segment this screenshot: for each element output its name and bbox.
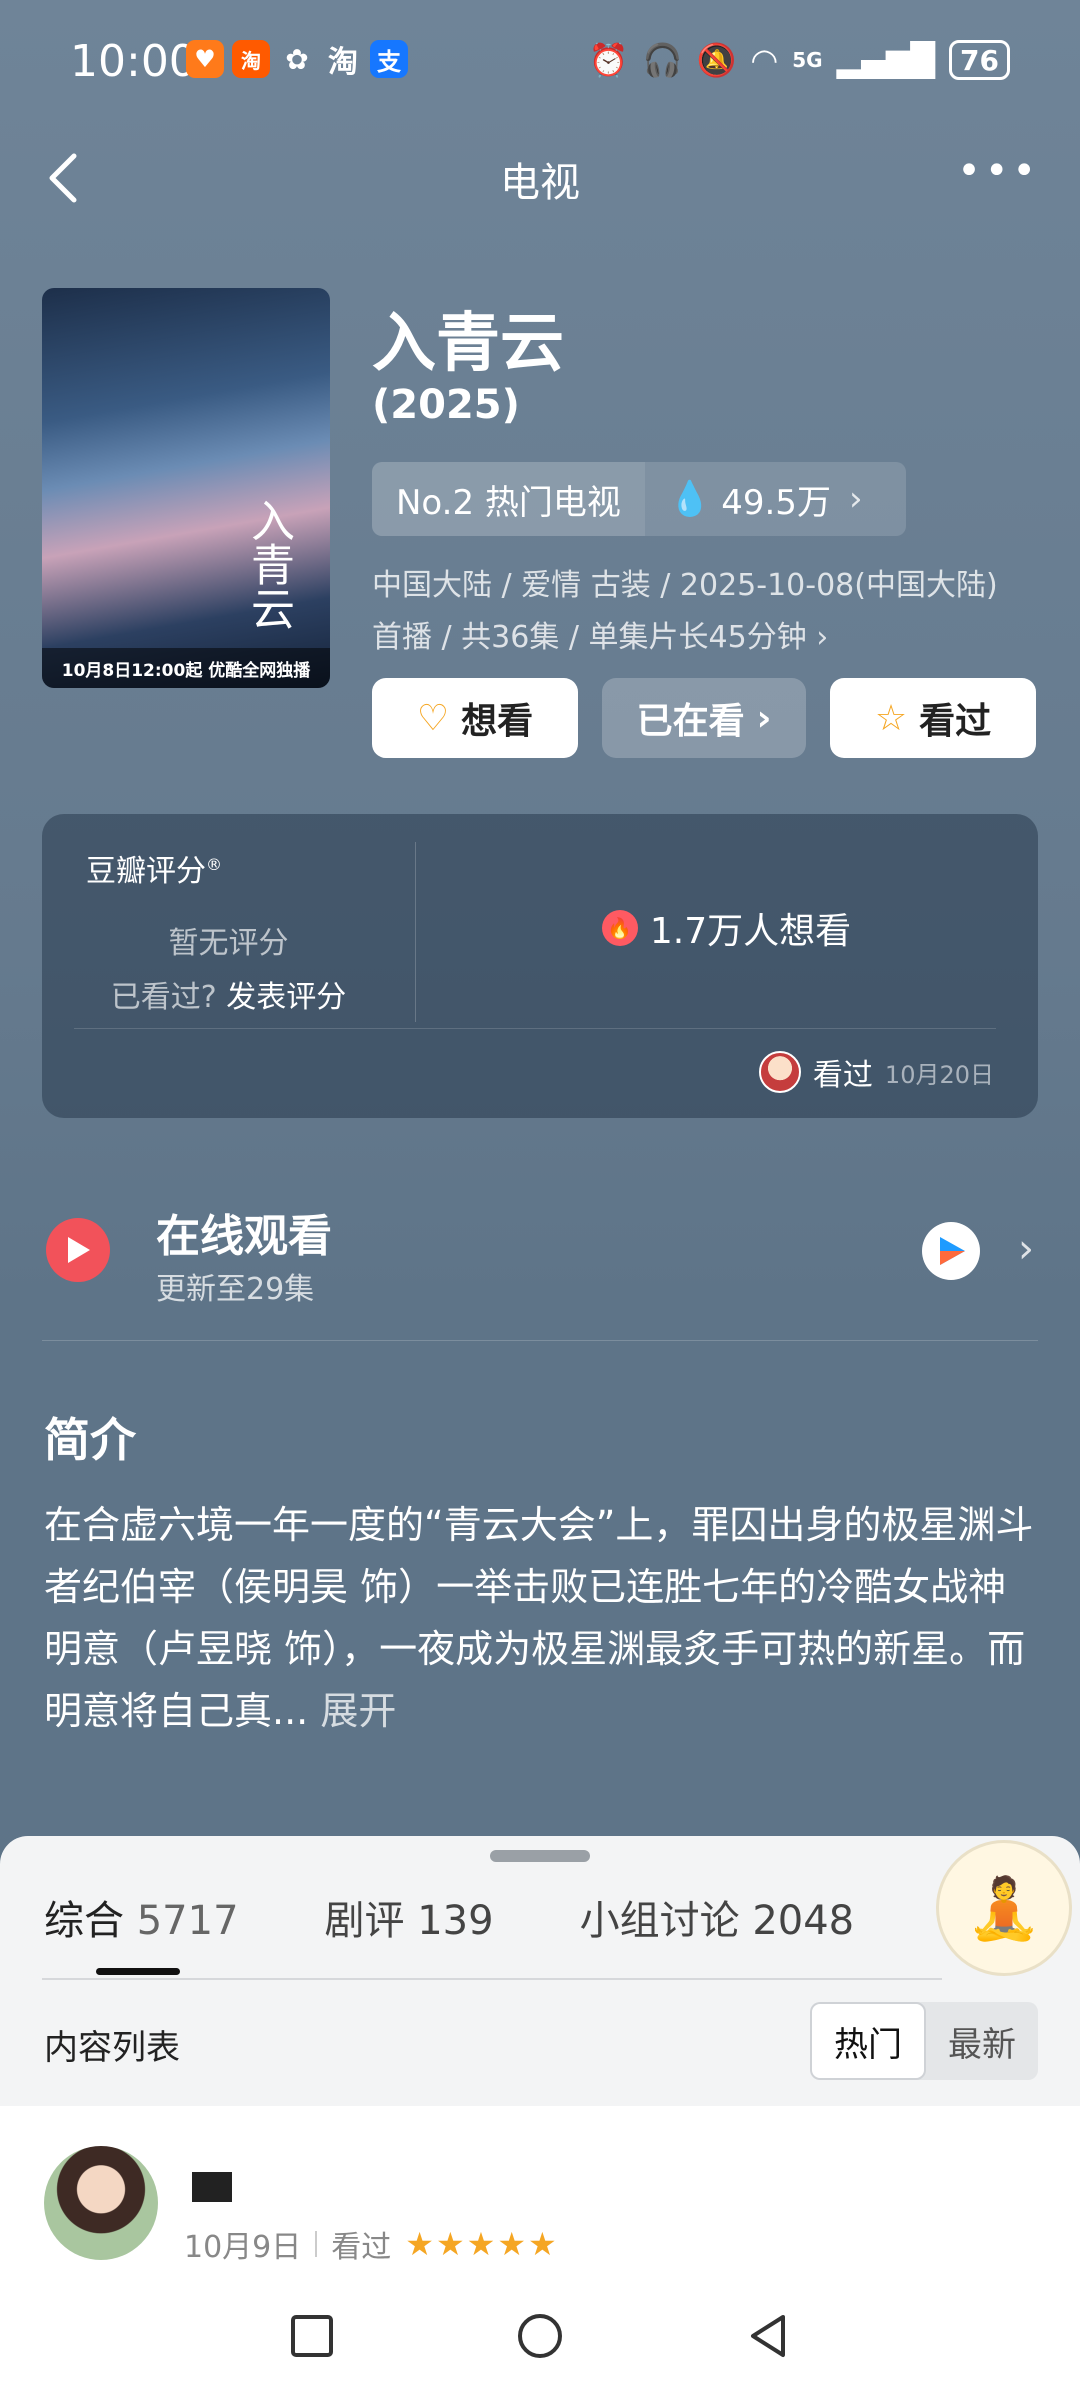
system-icons: ⏰ 🎧 🔕 ◠ 5G ▂▄▆█ 76 xyxy=(589,40,1010,80)
sort-toggle: 热门 最新 xyxy=(810,2002,1038,2080)
no-rating-text: 暂无评分 xyxy=(168,926,289,961)
intro-heading: 简介 xyxy=(44,1413,136,1467)
rating-card: 豆瓣评分® 暂无评分 已看过? 发表评分 🔥 1.7万人想看 看过 10月20日 xyxy=(42,814,1038,1118)
chevron-right-icon: › xyxy=(816,620,829,655)
rank-label: No.2 热门电视 xyxy=(372,462,645,536)
douban-rating-title: 豆瓣评分® xyxy=(86,846,222,890)
youku-icon[interactable] xyxy=(922,1222,980,1280)
registered-mark: ® xyxy=(206,855,222,874)
notification-icons: ♥ 淘 ✿ 淘 支 xyxy=(186,40,408,80)
tab-overall[interactable]: 综合 5717 xyxy=(44,1888,239,1946)
post-rating-link[interactable]: 发表评分 xyxy=(226,980,346,1015)
mute-icon: 🔕 xyxy=(696,41,737,79)
tab-count: 5717 xyxy=(136,1898,239,1944)
want-button[interactable]: ♡ 想看 xyxy=(372,678,578,758)
post-meta: 10月9日 看过 ★★★★★ xyxy=(184,2222,559,2266)
flame-icon: 💧 xyxy=(668,479,712,519)
sort-new[interactable]: 最新 xyxy=(926,2002,1038,2080)
chevron-right-icon: › xyxy=(848,479,863,519)
taobao-flash-icon: 淘 xyxy=(232,40,270,78)
page-title: 电视 xyxy=(500,160,580,206)
recents-icon[interactable] xyxy=(289,2313,335,2359)
poster-image[interactable]: 入青云 10月8日12:00起 优酷全网独播 xyxy=(42,288,330,688)
divider xyxy=(42,1340,1038,1341)
post-status: 看过 xyxy=(331,2230,392,2265)
show-meta-line1: 中国大陆 / 爱情 古装 / 2025-10-08(中国大陆) xyxy=(372,568,998,603)
star-rating: ★★★★★ xyxy=(405,2225,559,2263)
friend-status: 看过 xyxy=(812,1058,873,1093)
back-triangle-icon[interactable] xyxy=(745,2313,791,2359)
tab-reviews[interactable]: 剧评 139 xyxy=(325,1888,494,1946)
home-icon[interactable] xyxy=(515,2311,565,2361)
alipay-icon: 支 xyxy=(370,40,408,78)
network-label: 5G xyxy=(792,48,823,72)
rank-badge[interactable]: No.2 热门电视 💧 49.5万 › xyxy=(372,462,906,536)
tab-label: 综合 xyxy=(44,1898,124,1944)
poster-caption: 10月8日12:00起 优酷全网独播 xyxy=(42,648,330,688)
mascot-sticker-icon[interactable]: 🧘 xyxy=(936,1840,1072,1976)
want-label: 想看 xyxy=(461,701,534,742)
chevron-right-icon: › xyxy=(756,697,772,739)
seen-prompt-text: 已看过? xyxy=(110,980,217,1015)
intro-body: 在合虚六境一年一度的“青云大会”上，罪囚出身的极星渊斗者纪伯宰（侯明昊 饰）一举… xyxy=(44,1503,1034,1733)
avatar[interactable] xyxy=(44,2146,158,2260)
tab-group-discussion[interactable]: 小组讨论 2048 xyxy=(580,1888,855,1946)
star-icon: ☆ xyxy=(874,697,908,739)
username-redacted[interactable] xyxy=(192,2172,232,2202)
watched-button[interactable]: ☆ 看过 xyxy=(830,678,1036,758)
tab-label: 剧评 xyxy=(324,1898,405,1944)
show-year: (2025) xyxy=(372,382,520,428)
sort-hot[interactable]: 热门 xyxy=(810,2002,926,2080)
alarm-icon: ⏰ xyxy=(588,41,629,79)
system-nav-bar xyxy=(0,2290,1080,2382)
battery-icon: 76 xyxy=(949,40,1010,80)
heat-value: 49.5万 xyxy=(721,482,831,523)
poster-title-art: 入青云 xyxy=(243,498,294,630)
expand-link[interactable]: 展开 xyxy=(320,1689,396,1733)
divider xyxy=(315,2231,318,2257)
wifi-icon: ◠ xyxy=(750,41,779,79)
heart-app-icon: ♥ xyxy=(186,40,224,78)
show-meta-text: 首播 / 共36集 / 单集片长45分钟 xyxy=(372,620,807,655)
more-horizontal-icon[interactable]: ••• xyxy=(957,148,1040,194)
online-watch-title[interactable]: 在线观看 xyxy=(156,1200,332,1264)
tab-count: 139 xyxy=(417,1898,494,1944)
active-tab-indicator xyxy=(96,1968,180,1975)
status-time: 10:00 xyxy=(70,36,197,87)
wechat-icon: ✿ xyxy=(285,42,309,76)
heat-indicator[interactable]: 💧 49.5万 › xyxy=(644,462,906,536)
show-meta-line2[interactable]: 首播 / 共36集 / 单集片长45分钟 › xyxy=(372,612,828,656)
intro-text: 在合虚六境一年一度的“青云大会”上，罪囚出身的极星渊斗者纪伯宰（侯明昊 饰）一举… xyxy=(44,1494,1044,1742)
rating-title-text: 豆瓣评分 xyxy=(86,854,206,889)
avatar xyxy=(758,1051,801,1093)
taobao-icon: 淘 xyxy=(328,45,358,80)
seen-prompt: 已看过? 发表评分 xyxy=(42,972,415,1016)
tab-label: 小组讨论 xyxy=(579,1898,740,1944)
play-icon[interactable] xyxy=(46,1218,110,1282)
want-count-text: 1.7万人想看 xyxy=(649,911,852,952)
watching-button[interactable]: 已在看 › xyxy=(602,678,806,758)
tab-count: 2048 xyxy=(752,1898,855,1944)
show-title: 入青云 xyxy=(372,307,564,381)
online-watch-subtitle: 更新至29集 xyxy=(156,1272,315,1307)
fire-icon: 🔥 xyxy=(601,910,638,946)
want-count: 🔥 1.7万人想看 xyxy=(415,902,1038,954)
content-list-title: 内容列表 xyxy=(44,2028,180,2068)
friend-activity[interactable]: 看过 10月20日 xyxy=(758,1050,994,1094)
drag-handle[interactable] xyxy=(490,1850,590,1862)
divider xyxy=(74,1028,996,1029)
watching-label: 已在看 xyxy=(636,701,745,742)
post-date: 10月9日 xyxy=(184,2230,302,2265)
chevron-right-icon[interactable]: › xyxy=(1018,1226,1034,1272)
friend-date: 10月20日 xyxy=(884,1060,994,1089)
signal-icon: ▂▄▆█ xyxy=(836,41,936,79)
headphones-icon: 🎧 xyxy=(642,41,683,79)
tab-bar: 综合 5717 剧评 139 小组讨论 2048 xyxy=(44,1888,854,1946)
watched-label: 看过 xyxy=(919,701,992,742)
heart-plus-icon: ♡ xyxy=(416,697,450,739)
divider xyxy=(42,1978,942,1980)
